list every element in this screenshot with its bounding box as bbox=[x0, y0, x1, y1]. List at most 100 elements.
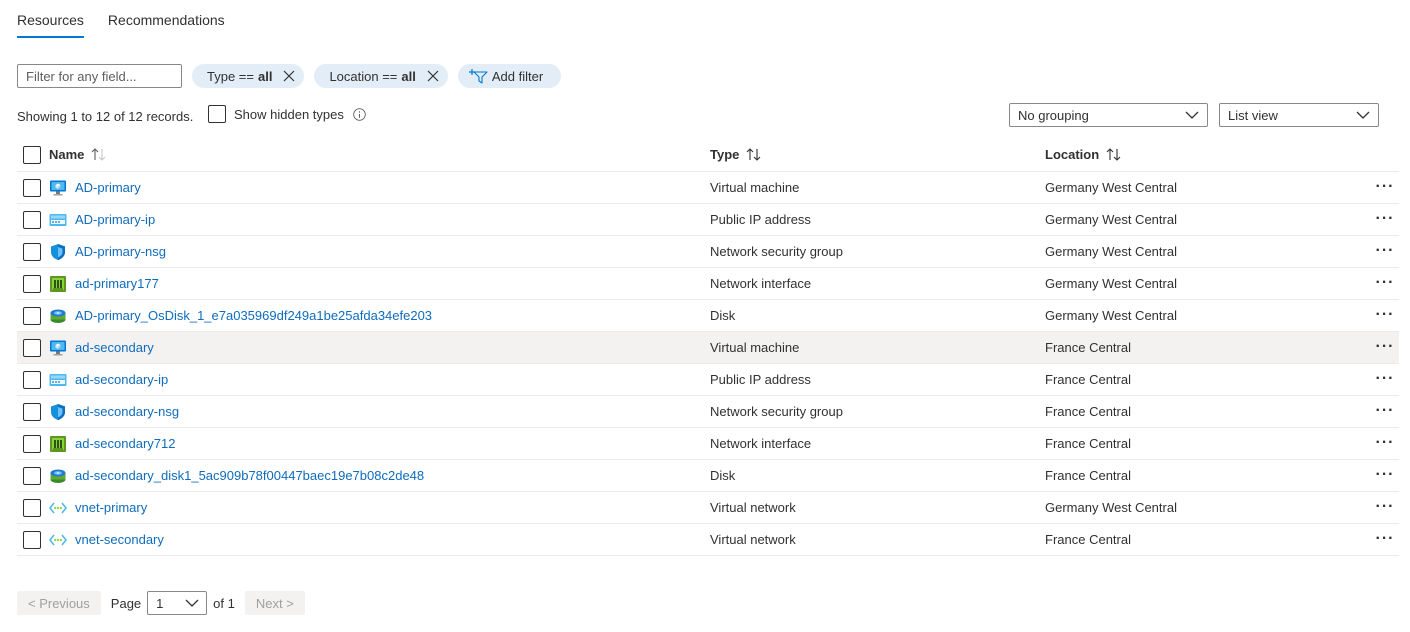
sort-icon[interactable] bbox=[1106, 148, 1122, 161]
resource-name-link[interactable]: ad-secondary-ip bbox=[75, 364, 168, 396]
tab-resources[interactable]: Resources bbox=[17, 0, 84, 38]
resource-type: Public IP address bbox=[710, 212, 811, 227]
virtual-machine-icon bbox=[49, 339, 67, 357]
row-checkbox[interactable] bbox=[23, 499, 41, 517]
row-checkbox[interactable] bbox=[23, 243, 41, 261]
row-checkbox[interactable] bbox=[23, 435, 41, 453]
more-options-icon[interactable]: ··· bbox=[1373, 332, 1397, 362]
records-count: Showing 1 to 12 of 12 records. bbox=[17, 109, 194, 124]
table-row[interactable]: ad-primary177 Network interface Germany … bbox=[17, 268, 1399, 300]
location-filter-pill[interactable]: Location == all bbox=[314, 64, 448, 88]
column-header-type-label: Type bbox=[710, 147, 740, 162]
filter-input[interactable] bbox=[17, 64, 182, 88]
row-checkbox[interactable] bbox=[23, 467, 41, 485]
resource-location: France Central bbox=[1045, 404, 1131, 419]
info-icon[interactable] bbox=[353, 107, 366, 121]
more-options-icon[interactable]: ··· bbox=[1373, 364, 1397, 394]
resource-name-link[interactable]: ad-secondary712 bbox=[75, 428, 175, 460]
resource-location: Germany West Central bbox=[1045, 500, 1177, 515]
page-select[interactable]: 1 bbox=[147, 591, 208, 615]
resource-location: Germany West Central bbox=[1045, 212, 1177, 227]
resource-location: Germany West Central bbox=[1045, 180, 1177, 195]
table-row[interactable]: vnet-secondary Virtual network France Ce… bbox=[17, 524, 1399, 556]
disk-icon bbox=[49, 467, 67, 485]
type-filter-value: all bbox=[257, 68, 273, 84]
resource-name-link[interactable]: ad-secondary_disk1_5ac909b78f00447baec19… bbox=[75, 460, 424, 492]
table-row[interactable]: ad-secondary-ip Public IP address France… bbox=[17, 364, 1399, 396]
table-row[interactable]: ad-secondary-nsg Network security group … bbox=[17, 396, 1399, 428]
page-select-value: 1 bbox=[156, 595, 164, 611]
table-row[interactable]: ad-secondary_disk1_5ac909b78f00447baec19… bbox=[17, 460, 1399, 492]
resource-name-link[interactable]: vnet-primary bbox=[75, 492, 147, 524]
tab-recommendations[interactable]: Recommendations bbox=[108, 0, 225, 38]
select-all-checkbox[interactable] bbox=[23, 146, 41, 164]
resource-location: France Central bbox=[1045, 436, 1131, 451]
resource-name-link[interactable]: AD-primary-nsg bbox=[75, 236, 166, 268]
location-filter-key: Location == bbox=[329, 68, 398, 84]
resource-location: France Central bbox=[1045, 468, 1131, 483]
row-checkbox[interactable] bbox=[23, 371, 41, 389]
row-checkbox[interactable] bbox=[23, 275, 41, 293]
filter-bar: Type == all Location == all Add filter bbox=[17, 64, 562, 88]
resource-name-link[interactable]: AD-primary bbox=[75, 172, 141, 204]
more-options-icon[interactable]: ··· bbox=[1373, 524, 1397, 554]
chevron-down-icon bbox=[185, 599, 199, 607]
sort-icon[interactable] bbox=[746, 148, 762, 161]
more-options-icon[interactable]: ··· bbox=[1373, 172, 1397, 202]
virtual-network-icon bbox=[48, 499, 68, 517]
resource-type: Public IP address bbox=[710, 372, 811, 387]
type-filter-pill[interactable]: Type == all bbox=[192, 64, 305, 88]
resource-location: Germany West Central bbox=[1045, 308, 1177, 323]
more-options-icon[interactable]: ··· bbox=[1373, 396, 1397, 426]
column-header-location-label: Location bbox=[1045, 147, 1100, 162]
table-row[interactable]: ad-secondary Virtual machine France Cent… bbox=[17, 332, 1399, 364]
sort-ascending-icon[interactable] bbox=[91, 148, 107, 161]
row-checkbox[interactable] bbox=[23, 307, 41, 325]
resource-type: Virtual machine bbox=[710, 180, 800, 195]
more-options-icon[interactable]: ··· bbox=[1373, 428, 1397, 458]
row-checkbox[interactable] bbox=[23, 211, 41, 229]
more-options-icon[interactable]: ··· bbox=[1373, 268, 1397, 298]
row-checkbox[interactable] bbox=[23, 531, 41, 549]
more-options-icon[interactable]: ··· bbox=[1373, 236, 1397, 266]
type-filter-key: Type == bbox=[207, 68, 254, 84]
close-icon[interactable] bbox=[426, 69, 440, 83]
show-hidden-types-checkbox[interactable] bbox=[208, 105, 226, 123]
previous-button[interactable]: < Previous bbox=[17, 591, 101, 615]
resource-name-link[interactable]: ad-primary177 bbox=[75, 268, 159, 300]
table-row[interactable]: AD-primary-ip Public IP address Germany … bbox=[17, 204, 1399, 236]
row-checkbox[interactable] bbox=[23, 179, 41, 197]
column-header-location[interactable]: Location bbox=[1045, 147, 1122, 162]
resource-name-link[interactable]: AD-primary-ip bbox=[75, 204, 155, 236]
nsg-shield-icon bbox=[49, 403, 67, 421]
resource-type: Disk bbox=[710, 308, 736, 323]
chevron-down-icon bbox=[1356, 111, 1370, 119]
add-filter-button[interactable]: Add filter bbox=[457, 64, 562, 88]
more-options-icon[interactable]: ··· bbox=[1373, 460, 1397, 490]
network-interface-icon bbox=[49, 275, 67, 293]
resource-location: France Central bbox=[1045, 340, 1131, 355]
next-button[interactable]: Next > bbox=[244, 591, 305, 615]
more-options-icon[interactable]: ··· bbox=[1373, 300, 1397, 330]
resource-name-link[interactable]: ad-secondary-nsg bbox=[75, 396, 179, 428]
close-icon[interactable] bbox=[282, 69, 296, 83]
resource-name-link[interactable]: vnet-secondary bbox=[75, 524, 164, 556]
row-checkbox[interactable] bbox=[23, 339, 41, 357]
grouping-select[interactable]: No grouping bbox=[1009, 103, 1208, 127]
table-row[interactable]: ad-secondary712 Network interface France… bbox=[17, 428, 1399, 460]
table-row[interactable]: AD-primary-nsg Network security group Ge… bbox=[17, 236, 1399, 268]
show-hidden-types[interactable]: Show hidden types bbox=[208, 105, 366, 123]
resource-name-link[interactable]: AD-primary_OsDisk_1_e7a035969df249a1be25… bbox=[75, 300, 432, 332]
more-options-icon[interactable]: ··· bbox=[1373, 492, 1397, 522]
table-body: AD-primary Virtual machine Germany West … bbox=[17, 172, 1399, 556]
column-header-name[interactable]: Name bbox=[49, 147, 107, 162]
view-select[interactable]: List view bbox=[1219, 103, 1379, 127]
table-row[interactable]: vnet-primary Virtual network Germany Wes… bbox=[17, 492, 1399, 524]
table-row[interactable]: AD-primary_OsDisk_1_e7a035969df249a1be25… bbox=[17, 300, 1399, 332]
virtual-network-icon bbox=[48, 531, 68, 549]
more-options-icon[interactable]: ··· bbox=[1373, 204, 1397, 234]
resource-name-link[interactable]: ad-secondary bbox=[75, 332, 154, 364]
column-header-type[interactable]: Type bbox=[710, 147, 762, 162]
table-row[interactable]: AD-primary Virtual machine Germany West … bbox=[17, 172, 1399, 204]
row-checkbox[interactable] bbox=[23, 403, 41, 421]
